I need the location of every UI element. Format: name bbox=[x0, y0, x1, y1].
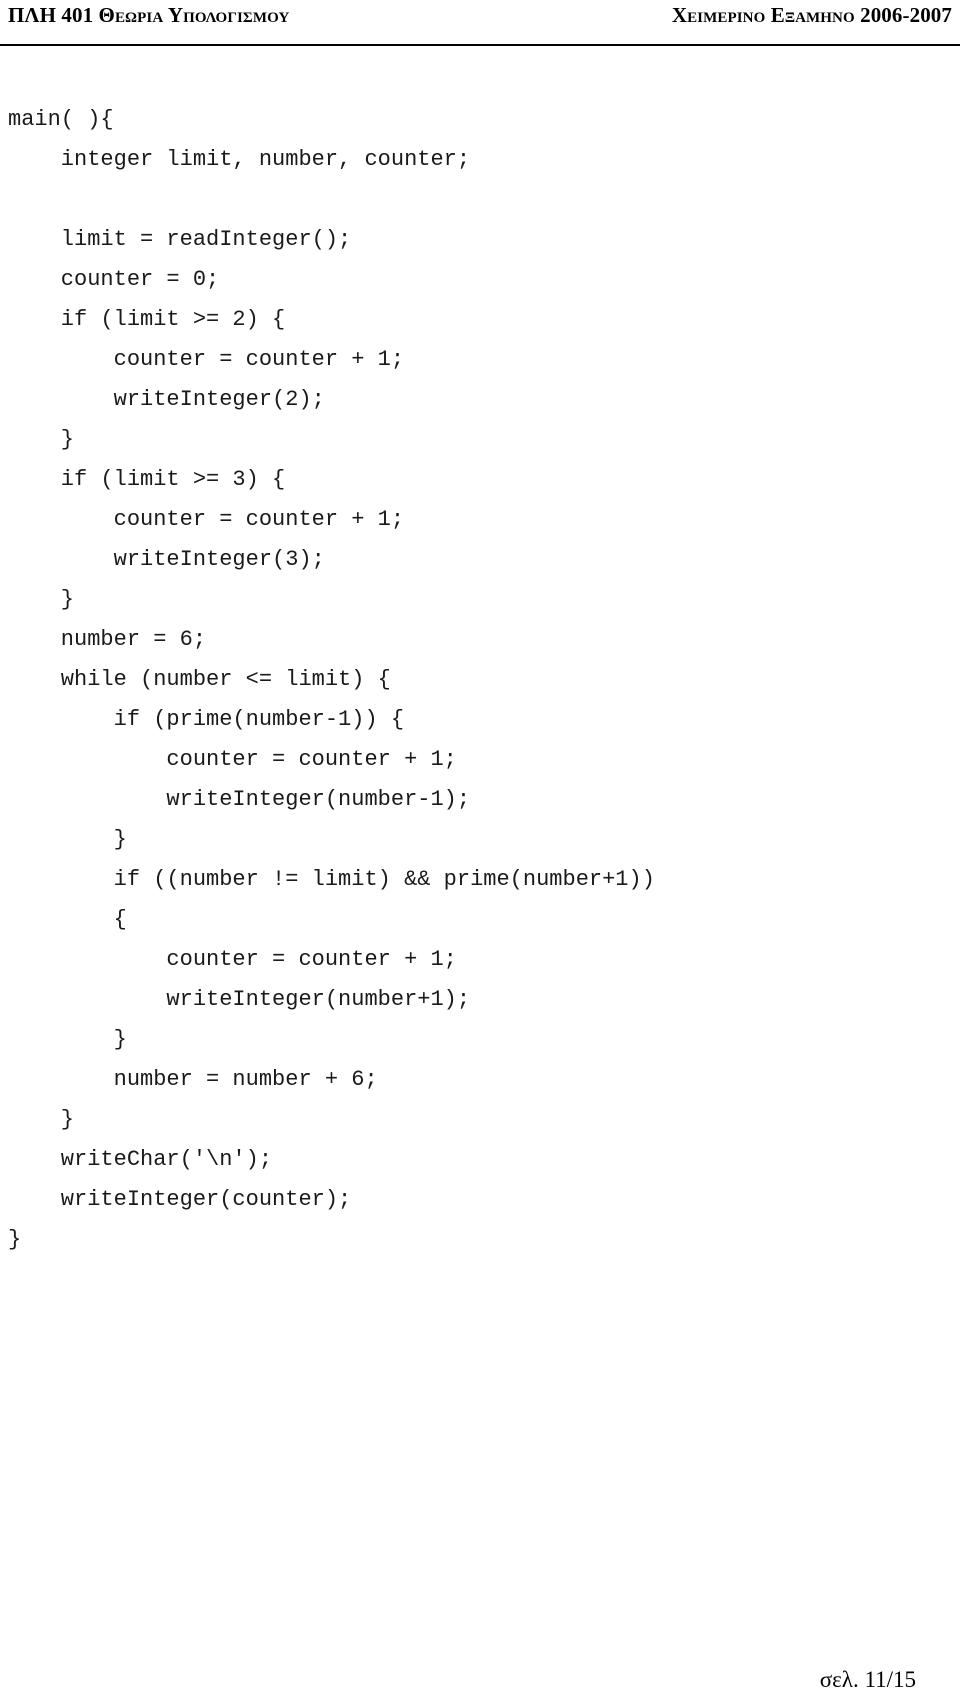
page-header: ΠΛΗ 401 Θεωρια Υπολογισμου Χειμερινο Εξα… bbox=[0, 0, 960, 46]
code-line: if (limit >= 3) { bbox=[8, 467, 286, 492]
code-line: } bbox=[8, 1227, 22, 1252]
header-term-title: Χειμερινο Εξαμηνο 2006-2007 bbox=[671, 3, 952, 27]
code-line: writeInteger(2); bbox=[8, 387, 325, 412]
code-line: writeInteger(number-1); bbox=[8, 787, 471, 812]
header-course-title: ΠΛΗ 401 Θεωρια Υπολογισμου bbox=[8, 3, 290, 27]
code-line: writeInteger(counter); bbox=[8, 1187, 352, 1212]
code-line: } bbox=[8, 427, 75, 452]
code-line: integer limit, number, counter; bbox=[8, 147, 471, 172]
code-line: while (number <= limit) { bbox=[8, 667, 391, 692]
code-line: number = number + 6; bbox=[8, 1067, 378, 1092]
code-line: counter = counter + 1; bbox=[8, 747, 457, 772]
code-line: if ((number != limit) && prime(number+1)… bbox=[8, 867, 655, 892]
code-line: counter = 0; bbox=[8, 267, 220, 292]
code-line: writeChar('\n'); bbox=[8, 1147, 273, 1172]
code-line: main( ){ bbox=[8, 107, 114, 132]
code-line: counter = counter + 1; bbox=[8, 507, 405, 532]
code-line: writeInteger(3); bbox=[8, 547, 325, 572]
code-line: counter = counter + 1; bbox=[8, 347, 405, 372]
code-line: if (prime(number-1)) { bbox=[8, 707, 405, 732]
page-number: σελ. 11/15 bbox=[819, 1667, 916, 1692]
page-footer: σελ. 11/15 bbox=[0, 1667, 960, 1693]
code-line: } bbox=[8, 587, 75, 612]
code-line: counter = counter + 1; bbox=[8, 947, 457, 972]
code-line: writeInteger(number+1); bbox=[8, 987, 471, 1012]
code-line: number = 6; bbox=[8, 627, 207, 652]
code-line: } bbox=[8, 1027, 127, 1052]
pseudocode-listing: main( ){ integer limit, number, counter;… bbox=[0, 100, 960, 1260]
code-line: } bbox=[8, 827, 127, 852]
code-line: if (limit >= 2) { bbox=[8, 307, 286, 332]
code-line: } bbox=[8, 1107, 75, 1132]
code-line: { bbox=[8, 907, 127, 932]
code-line: limit = readInteger(); bbox=[8, 227, 352, 252]
